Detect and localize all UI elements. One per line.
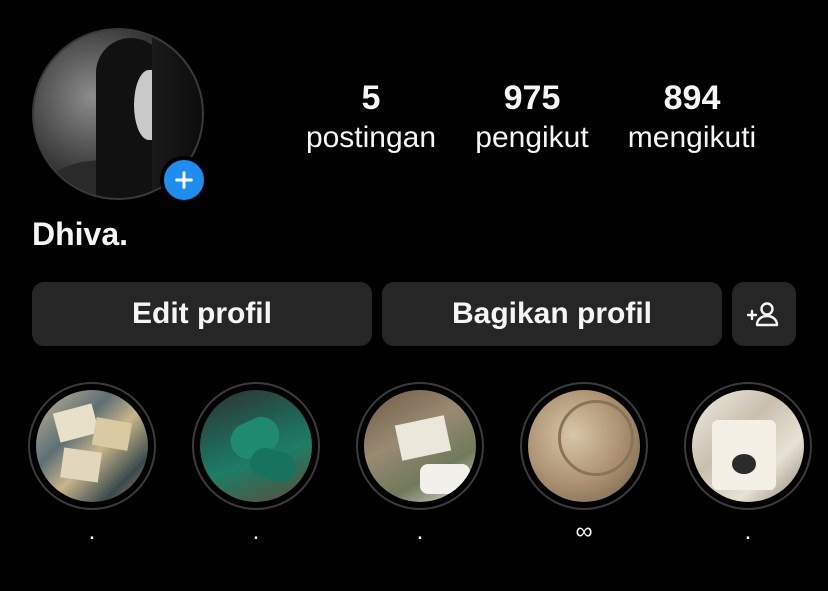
highlight-cover[interactable] bbox=[200, 390, 312, 502]
following-label: mengikuti bbox=[627, 121, 757, 154]
highlight-cover[interactable] bbox=[364, 390, 476, 502]
highlight-item[interactable]: . bbox=[684, 382, 812, 546]
highlight-cover[interactable] bbox=[36, 390, 148, 502]
followers-label: pengikut bbox=[475, 121, 589, 154]
highlight-cover[interactable] bbox=[692, 390, 804, 502]
profile-avatar[interactable] bbox=[32, 28, 208, 204]
followers-count: 975 bbox=[503, 79, 561, 117]
highlight-item[interactable]: . bbox=[356, 382, 484, 546]
profile-stats: 5 postingan 975 pengikut 894 mengikuti bbox=[290, 78, 772, 158]
following-count: 894 bbox=[663, 79, 721, 117]
posts-label: postingan bbox=[305, 121, 437, 154]
following-stat[interactable]: 894 mengikuti bbox=[612, 78, 772, 158]
highlight-ring[interactable] bbox=[684, 382, 812, 510]
followers-stat[interactable]: 975 pengikut bbox=[452, 78, 612, 158]
plus-icon bbox=[175, 171, 193, 189]
highlight-item[interactable]: ∞ bbox=[520, 382, 648, 546]
highlight-label: . bbox=[88, 518, 96, 545]
add-person-icon bbox=[747, 302, 779, 327]
highlight-label: ∞ bbox=[575, 518, 593, 545]
highlight-cover[interactable] bbox=[528, 390, 640, 502]
add-story-button[interactable] bbox=[160, 156, 208, 204]
highlight-item[interactable]: . bbox=[192, 382, 320, 546]
profile-name: Dhiva. bbox=[32, 216, 129, 252]
highlight-item[interactable]: . bbox=[28, 382, 156, 546]
edit-profile-button[interactable]: Edit profil bbox=[32, 282, 372, 346]
highlight-ring[interactable] bbox=[520, 382, 648, 510]
posts-count: 5 bbox=[361, 79, 381, 117]
highlight-ring[interactable] bbox=[28, 382, 156, 510]
posts-stat[interactable]: 5 postingan bbox=[290, 78, 452, 158]
discover-people-button[interactable] bbox=[732, 282, 796, 346]
highlight-label: . bbox=[744, 518, 752, 545]
share-profile-button[interactable]: Bagikan profil bbox=[382, 282, 722, 346]
highlight-ring[interactable] bbox=[192, 382, 320, 510]
highlight-label: . bbox=[252, 518, 260, 545]
highlight-label: . bbox=[416, 518, 424, 545]
highlight-ring[interactable] bbox=[356, 382, 484, 510]
